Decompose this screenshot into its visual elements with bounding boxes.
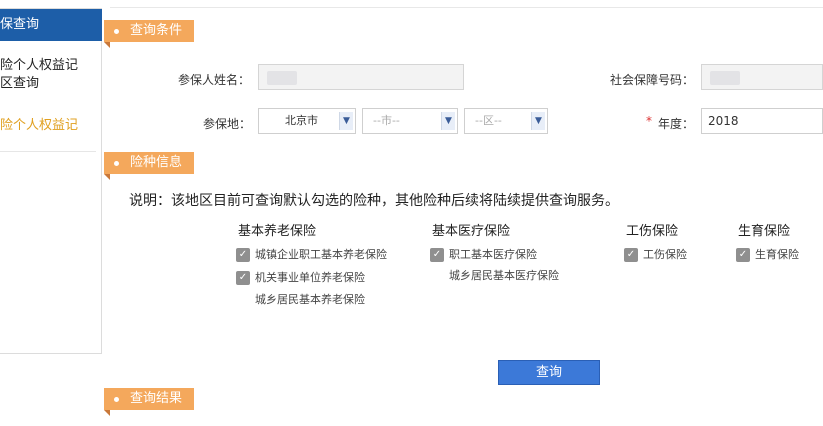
ssn-input[interactable] xyxy=(701,64,823,90)
checkbox-checked-icon[interactable]: ✓ xyxy=(430,248,444,262)
province-select[interactable]: 北京市 ▼ xyxy=(258,108,356,134)
group-title-maternity: 生育保险 xyxy=(738,224,791,239)
year-input[interactable]: 2018 xyxy=(701,108,823,134)
required-mark: * xyxy=(646,114,652,128)
redacted-value xyxy=(267,71,297,85)
top-divider xyxy=(110,7,823,8)
checkbox-label: 工伤保险 xyxy=(643,248,687,261)
checkbox-checked-icon[interactable]: ✓ xyxy=(236,248,250,262)
city-value: --市-- xyxy=(373,114,400,127)
district-value: --区-- xyxy=(475,114,502,127)
item-label: 城乡居民基本医疗保险 xyxy=(449,269,559,282)
name-label: 参保人姓名： xyxy=(178,73,251,87)
sidebar-item-rights-record[interactable]: 险个人权益记 xyxy=(0,117,78,135)
chevron-down-icon: ▼ xyxy=(339,112,353,130)
checkbox-label: 机关事业单位养老保险 xyxy=(255,271,365,284)
ssn-label: 社会保障号码： xyxy=(610,73,695,87)
name-input[interactable] xyxy=(258,64,464,90)
checkbox-label: 生育保险 xyxy=(755,248,799,261)
checkbox-checked-icon[interactable]: ✓ xyxy=(236,271,250,285)
chevron-down-icon: ▼ xyxy=(531,112,545,130)
query-button[interactable]: 查询 xyxy=(498,360,600,385)
sidebar-item-line: 险个人权益记 xyxy=(0,118,79,133)
section-tag-query-conditions: 查询条件 xyxy=(104,20,194,48)
group-title-injury: 工伤保险 xyxy=(626,224,679,239)
checkbox-label: 职工基本医疗保险 xyxy=(449,248,537,261)
region-label: 参保地： xyxy=(203,117,252,131)
chevron-down-icon: ▼ xyxy=(441,112,455,130)
sidebar-header[interactable]: 保查询 xyxy=(0,9,102,41)
sidebar-divider xyxy=(0,151,96,152)
checkbox-label: 城镇企业职工基本养老保险 xyxy=(255,248,387,261)
sidebar: 保查询 险个人权益记 区查询 险个人权益记 xyxy=(0,8,102,354)
section-title: 查询条件 xyxy=(130,23,183,38)
section-tag-insurance-info: 险种信息 xyxy=(104,152,194,180)
city-select[interactable]: --市-- ▼ xyxy=(362,108,458,134)
redacted-value xyxy=(710,71,740,85)
section-tag-query-results: 查询结果 xyxy=(104,388,194,416)
province-value: 北京市 xyxy=(285,114,318,127)
district-select[interactable]: --区-- ▼ xyxy=(464,108,548,134)
year-label: 年度： xyxy=(658,117,695,131)
bullet-icon xyxy=(114,397,119,402)
sidebar-item-line: 险个人权益记 xyxy=(0,58,79,73)
sidebar-item-line: 区查询 xyxy=(0,76,40,91)
notice-text: 说明：该地区目前可查询默认勾选的险种，其他险种后续将陆续提供查询服务。 xyxy=(129,193,619,209)
sidebar-item-region-query[interactable]: 险个人权益记 区查询 xyxy=(0,57,100,93)
checkbox-checked-icon[interactable]: ✓ xyxy=(624,248,638,262)
item-label: 城乡居民基本养老保险 xyxy=(255,293,365,306)
bullet-icon xyxy=(114,29,119,34)
section-title: 查询结果 xyxy=(130,391,183,406)
group-title-pension: 基本养老保险 xyxy=(238,224,317,239)
section-title: 险种信息 xyxy=(130,155,183,170)
checkbox-checked-icon[interactable]: ✓ xyxy=(736,248,750,262)
bullet-icon xyxy=(114,161,119,166)
group-title-medical: 基本医疗保险 xyxy=(432,224,511,239)
